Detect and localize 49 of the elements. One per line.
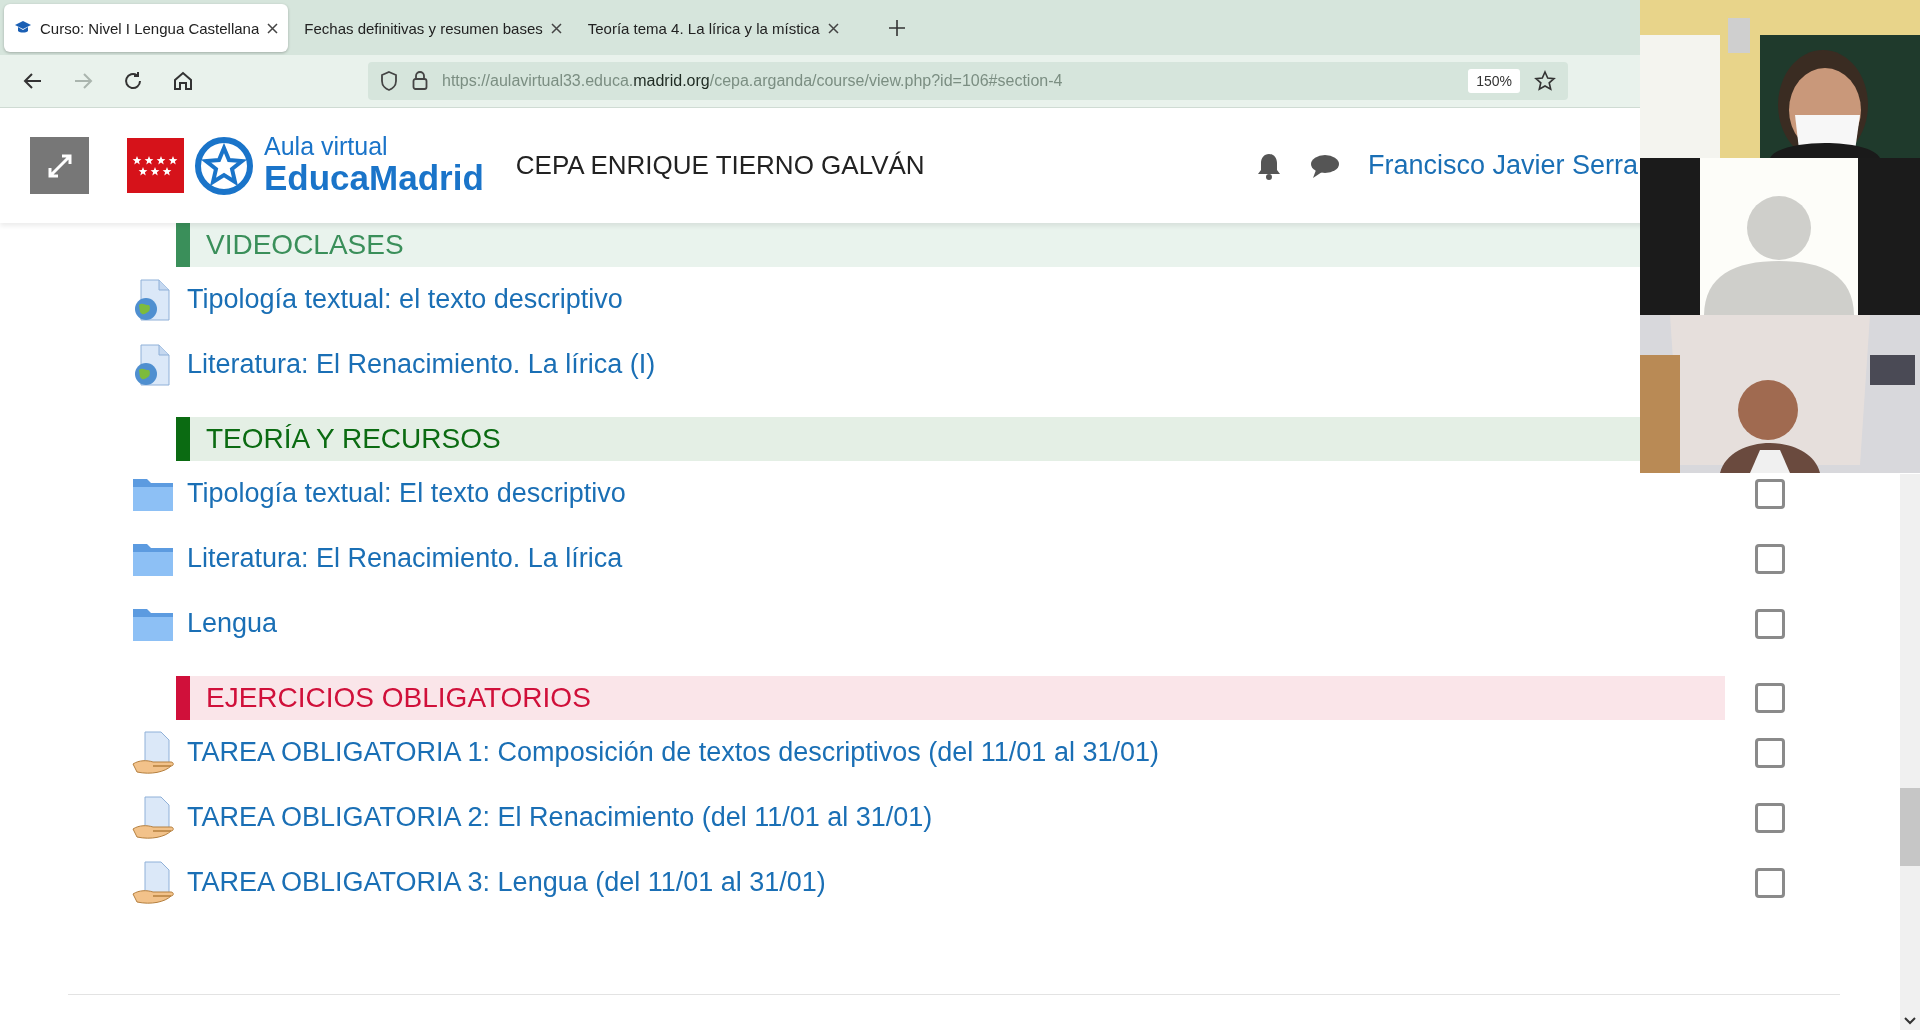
hand-document-icon <box>131 729 175 776</box>
browser-tab[interactable]: Fechas definitivas y resumen bases <box>294 4 572 52</box>
activity-link[interactable]: Tipología textual: el texto descriptivo <box>187 284 623 315</box>
scrollbar-thumb[interactable] <box>1900 788 1920 866</box>
activity-link[interactable]: Literatura: El Renacimiento. La lírica <box>187 543 623 574</box>
activity-link[interactable]: TAREA OBLIGATORIA 2: El Renacimiento (del 11/01 al 31/01) <box>187 802 933 833</box>
hand-document-icon <box>131 859 175 906</box>
logo-subtitle: Aula virtual <box>264 133 389 159</box>
scroll-down-icon[interactable] <box>1903 1016 1917 1026</box>
completion-checkbox[interactable] <box>1755 478 1785 509</box>
reload-icon <box>122 70 144 92</box>
url-text: https://aulavirtual33.educa.madrid.org/cepa.arganda/course/view.php?id=106#section-4 <box>442 72 1064 90</box>
activity-link[interactable]: Literatura: El Renacimiento. La lírica (I) <box>187 349 656 380</box>
browser-tab[interactable]: Curso: Nivel I Lengua Castellana <box>4 4 289 52</box>
close-icon[interactable] <box>550 22 562 34</box>
completion-checkbox[interactable] <box>1755 543 1785 574</box>
lock-icon <box>412 71 428 91</box>
tab-title: Fechas definitivas y resumen bases <box>304 19 543 37</box>
star-icon[interactable] <box>1534 70 1556 92</box>
completion-checkbox[interactable] <box>1755 683 1785 713</box>
logo-title: EducaMadrid <box>264 158 484 198</box>
address-bar[interactable]: https://aulavirtual33.educa.madrid.org/cepa.arganda/course/view.php?id=106#section-4 150% <box>368 62 1568 100</box>
completion-checkbox[interactable] <box>1755 608 1785 639</box>
close-icon[interactable] <box>267 22 279 34</box>
activity-link[interactable]: Tipología textual: El texto descriptivo <box>187 478 626 509</box>
tab-title: Curso: Nivel I Lengua Castellana <box>40 19 260 37</box>
close-icon[interactable] <box>827 22 839 34</box>
plus-icon <box>888 19 905 36</box>
activity-link[interactable]: TAREA OBLIGATORIA 1: Composición de textos descriptivos (del 11/01 al 31/01) <box>187 737 1159 768</box>
hand-document-icon <box>131 794 175 841</box>
section-heading: EJERCICIOS OBLIGATORIOS <box>176 676 1725 720</box>
expand-button[interactable] <box>30 137 89 194</box>
chat-icon[interactable] <box>1309 152 1340 179</box>
activity-link[interactable]: Lengua <box>187 608 278 639</box>
flag-logo-icon <box>127 138 184 193</box>
completion-checkbox[interactable] <box>1755 737 1785 768</box>
user-name-link[interactable]: Francisco Javier Serra <box>1367 150 1638 181</box>
completion-checkbox[interactable] <box>1755 867 1785 898</box>
school-name: CEPA ENRIQUE TIERNO GALVÁN <box>515 150 925 181</box>
shield-icon <box>380 71 398 91</box>
completion-checkbox[interactable] <box>1755 802 1785 833</box>
browser-tab[interactable]: Teoría tema 4. La lírica y la mística <box>577 4 849 52</box>
activity-link[interactable]: TAREA OBLIGATORIA 3: Lengua (del 11/01 al 31/01) <box>187 867 826 898</box>
bell-icon[interactable] <box>1255 151 1282 180</box>
home-icon <box>172 70 194 92</box>
tab-title: Teoría tema 4. La lírica y la mística <box>587 19 820 37</box>
scrollbar[interactable] <box>1900 474 1920 1030</box>
zoom-level[interactable]: 150% <box>1468 69 1520 93</box>
star-circle-logo-icon <box>194 135 254 196</box>
